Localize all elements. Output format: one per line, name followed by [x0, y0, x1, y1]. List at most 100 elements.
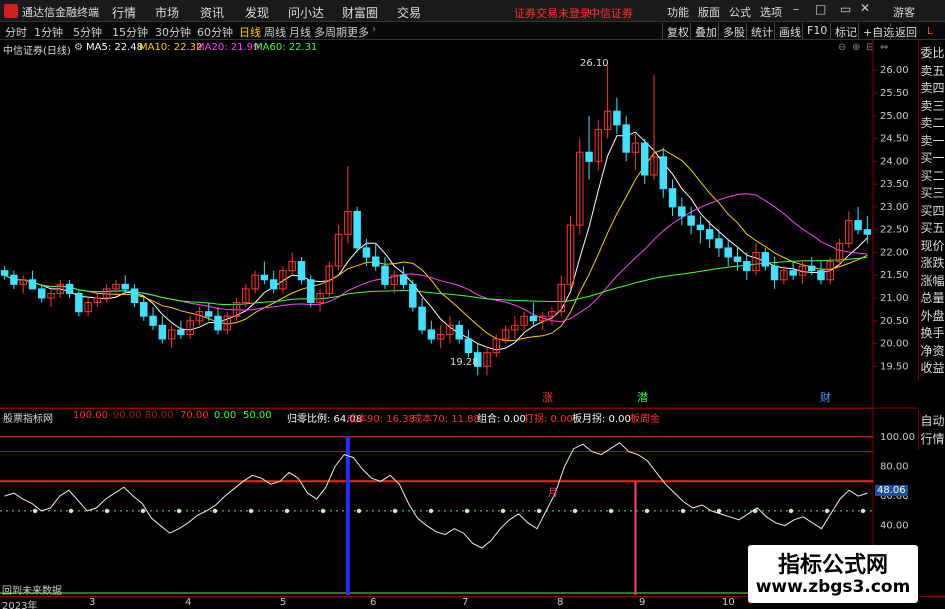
kline-chart[interactable]: 100.0080.0060.0040.00 26.0025.5025.0024.…: [0, 40, 918, 596]
menu-quotes[interactable]: 行情: [112, 4, 136, 21]
signal-bar-blue: [345, 436, 350, 595]
candle-body: [678, 206, 686, 217]
candle-body: [640, 142, 649, 176]
level-dot: [824, 508, 830, 514]
period-15min[interactable]: 15分钟: [112, 24, 148, 40]
period-daily[interactable]: 日线: [239, 24, 261, 40]
menu-news[interactable]: 资讯: [200, 4, 224, 21]
ind-val-90: 90.00: [113, 410, 142, 421]
side-item-11[interactable]: 现价: [919, 237, 945, 254]
price-label: 21.50: [880, 270, 909, 281]
menu-function[interactable]: 功能: [667, 4, 689, 20]
price-low-label: 19.28: [450, 357, 479, 368]
period-more[interactable]: 更多: [347, 24, 369, 40]
level-dot: [140, 508, 146, 514]
event-label-potential[interactable]: 潜: [637, 389, 648, 405]
level-dot: [788, 508, 794, 514]
period-multi[interactable]: 多周期: [314, 24, 347, 40]
side-item-1[interactable]: 卖五: [919, 62, 945, 79]
candle-body: [65, 283, 74, 294]
menu-formula[interactable]: 公式: [729, 4, 751, 20]
event-label-limit-up[interactable]: 涨: [542, 389, 553, 405]
side-item-9[interactable]: 买四: [919, 202, 945, 219]
side-item-0[interactable]: 委比: [919, 44, 945, 61]
minimize-icon[interactable]: –: [793, 2, 799, 16]
candle-body: [622, 124, 630, 153]
menu-wealth[interactable]: 财富圈: [342, 4, 378, 21]
side-item-2[interactable]: 卖四: [919, 79, 945, 96]
tool-multi-stock[interactable]: 多股: [718, 23, 748, 39]
candles: [0, 65, 872, 376]
ma5-line: [4, 131, 868, 351]
menu-ask[interactable]: 问小达: [288, 4, 324, 21]
candle-body: [724, 247, 732, 258]
period-30min[interactable]: 30分钟: [155, 24, 191, 40]
period-intraday[interactable]: 分时: [5, 24, 27, 40]
side-item-3[interactable]: 卖三: [919, 97, 945, 114]
side-item-6[interactable]: 买一: [919, 149, 945, 166]
candle-body: [353, 210, 361, 249]
side-item-12[interactable]: 涨跌: [919, 254, 945, 271]
side-item-5[interactable]: 卖一: [919, 132, 945, 149]
level-dot: [464, 508, 470, 514]
tool-overlay[interactable]: 叠加: [690, 23, 720, 39]
menu-discover[interactable]: 发现: [245, 4, 269, 21]
side-item-7[interactable]: 买二: [919, 167, 945, 184]
menu-options[interactable]: 选项: [760, 4, 782, 20]
login-warning[interactable]: 证券交易未登录: [514, 5, 591, 21]
tool-mark[interactable]: 标记: [830, 23, 860, 39]
indicator-name[interactable]: 股票指标网: [3, 410, 53, 425]
event-label-finance[interactable]: 财: [820, 389, 831, 405]
side-item-10[interactable]: 买五: [919, 219, 945, 236]
side-item-4[interactable]: 卖二: [919, 114, 945, 131]
app-name: 通达信金融终端: [22, 6, 99, 19]
side-item-13[interactable]: 涨幅: [919, 272, 945, 289]
candle-body: [715, 238, 723, 249]
price-label: 21.00: [880, 293, 909, 304]
ma-lines: [4, 131, 868, 351]
candle-body: [409, 283, 417, 308]
candle-body: [743, 261, 751, 272]
tool-f10[interactable]: F10: [802, 23, 830, 39]
period-weekly[interactable]: 周线: [264, 24, 286, 40]
side-item-16[interactable]: 换手: [919, 324, 945, 341]
candle-body: [705, 229, 714, 240]
back-to-future-note[interactable]: 回到未来数据: [2, 582, 62, 597]
indicator-current-value: 48.06: [875, 485, 908, 496]
tool-draw[interactable]: 画线: [774, 23, 804, 39]
side-item-14[interactable]: 总量: [919, 289, 945, 306]
watermark-box: 指标公式网 www.zbgs3.com: [748, 545, 918, 603]
candle-body: [863, 229, 872, 235]
candle-body: [770, 265, 779, 281]
settings-icon[interactable]: □: [815, 2, 826, 16]
tool-adjust[interactable]: 复权: [662, 23, 692, 39]
guest-label[interactable]: 游客: [893, 4, 915, 20]
candle-body: [307, 279, 315, 304]
candle-body: [418, 306, 426, 331]
period-1min[interactable]: 1分钟: [34, 24, 63, 40]
tool-stats[interactable]: 统计: [746, 23, 776, 39]
period-60min[interactable]: 60分钟: [197, 24, 233, 40]
maximize-icon[interactable]: ▭: [840, 2, 851, 16]
candle-body: [399, 274, 408, 285]
side-item-8[interactable]: 买三: [919, 184, 945, 201]
period-monthly[interactable]: 月线: [289, 24, 311, 40]
menu-trade[interactable]: 交易: [397, 4, 421, 21]
chevron-right-icon[interactable]: ›: [372, 24, 376, 35]
side-item-17[interactable]: 净资: [919, 342, 945, 359]
close-icon[interactable]: ✕: [860, 1, 870, 15]
period-5min[interactable]: 5分钟: [73, 24, 102, 40]
menu-market[interactable]: 市场: [155, 4, 179, 21]
indicator-axis-label: 100.00: [880, 432, 915, 443]
tool-back[interactable]: 返回: [890, 23, 920, 39]
auto-label[interactable]: 自动: [919, 412, 945, 429]
quote-label[interactable]: 行情: [919, 430, 945, 447]
candle-body: [613, 110, 621, 126]
side-item-18[interactable]: 收益: [919, 359, 945, 376]
level-dot: [608, 508, 614, 514]
candle-body: [149, 315, 157, 326]
candle-body: [381, 265, 389, 285]
menu-layout[interactable]: 版面: [698, 4, 720, 20]
side-item-15[interactable]: 外盘: [919, 307, 945, 324]
level-dot: [572, 508, 578, 514]
